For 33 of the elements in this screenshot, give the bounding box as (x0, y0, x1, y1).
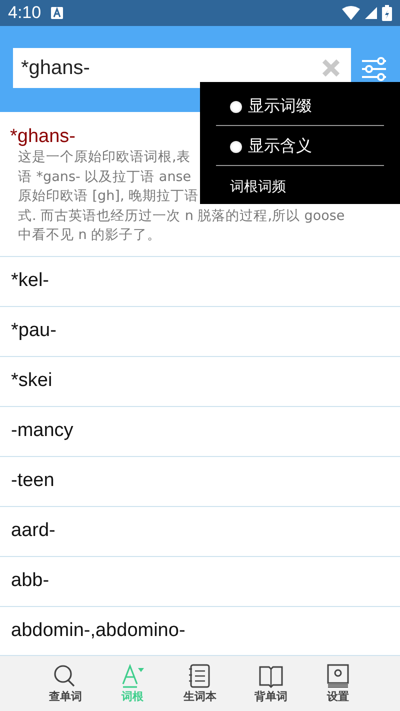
description-text: 这是一个原始印欧语词根,表 (17, 148, 190, 167)
menu-item[interactable]: 词根词频 (230, 178, 286, 196)
search-field[interactable]: *ghans- (13, 48, 351, 88)
notebook-icon (186, 664, 213, 688)
battery-icon (382, 5, 392, 21)
root-item[interactable]: abb- (11, 570, 50, 592)
status-time: 4:10 (8, 3, 42, 23)
root-item[interactable]: -mancy (11, 420, 74, 442)
description-text: 语 *gans- 以及拉丁语 anse (17, 168, 192, 187)
root-item[interactable]: *skei (11, 370, 52, 392)
description-text: 式. 而古英语也经历过一次 n 脱落的过程,所以 goose (17, 206, 345, 226)
menu-item[interactable]: 显示含义 (248, 136, 312, 157)
book-icon (258, 664, 284, 688)
radio-button[interactable] (230, 100, 242, 112)
root-item[interactable]: *pau- (11, 320, 56, 342)
nav-tab[interactable]: 设置 (321, 656, 356, 711)
wifi-icon (342, 6, 360, 20)
root-item[interactable]: -teen (11, 470, 54, 492)
nav-tab[interactable]: 生词本 (179, 656, 220, 711)
root-item[interactable]: *kel- (11, 270, 50, 292)
font-icon (120, 664, 146, 688)
menu-item[interactable]: 显示词缀 (248, 96, 312, 117)
radio-button[interactable] (230, 140, 242, 152)
root-item[interactable]: aard- (11, 520, 56, 542)
root-item[interactable]: abdomin-,abdomino- (11, 620, 186, 642)
nav-tab[interactable]: 背单词 (250, 656, 292, 711)
notification-icon (51, 7, 64, 19)
description-text: 原始印欧语 [gh], 晚期拉丁语 (17, 187, 199, 206)
signal-icon (365, 7, 377, 19)
description-text: 中看不见 n 的影子了。 (17, 226, 162, 246)
root-title: *ghans- (10, 126, 76, 148)
settings-icon (325, 664, 352, 688)
nav-tab[interactable]: 查单词 (44, 656, 86, 711)
